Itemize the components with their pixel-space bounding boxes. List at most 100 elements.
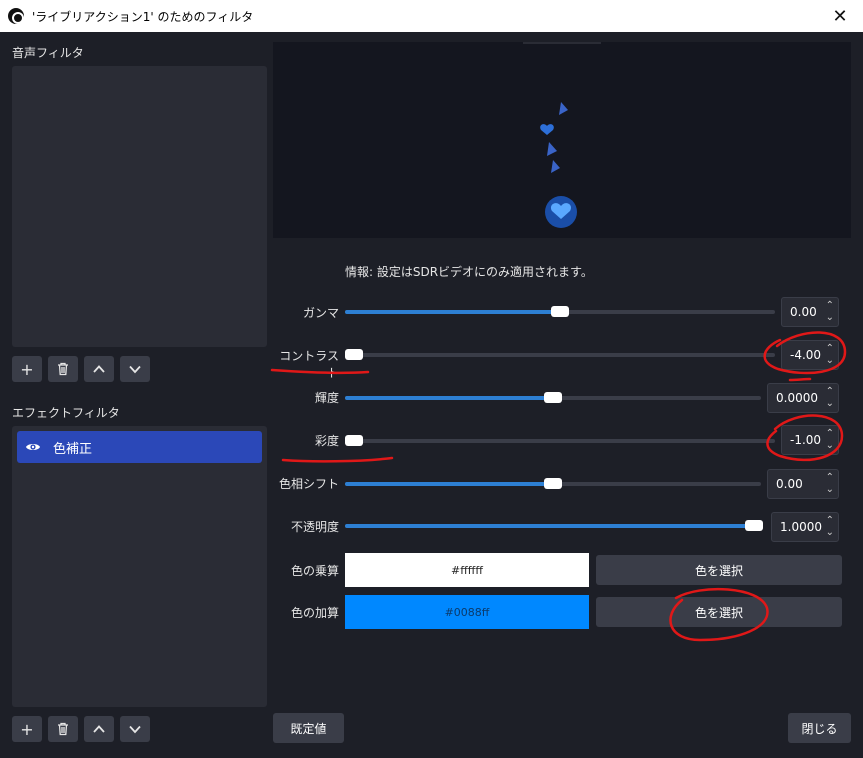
opacity-spinbox[interactable]: 1.0000 ⌃ ⌄ (771, 512, 839, 542)
party-popper-icon (551, 160, 560, 173)
info-text: 情報: 設定はSDRビデオにのみ適用されます。 (345, 265, 593, 279)
chevron-down-icon[interactable]: ⌄ (826, 484, 834, 496)
chevron-down-icon (129, 365, 141, 374)
preview-divider (523, 42, 601, 44)
spin-arrows[interactable]: ⌃ ⌄ (826, 472, 834, 496)
title-bar: 'ライブリアクション1' のためのフィルタ ✕ (0, 0, 863, 32)
defaults-button[interactable]: 既定値 (273, 713, 344, 743)
color-multiply-swatch: #ffffff (345, 553, 589, 587)
eye-icon[interactable] (25, 439, 41, 455)
chevron-down-icon (129, 725, 141, 734)
slider-fill (345, 396, 553, 400)
chevron-up-icon[interactable]: ⌃ (826, 472, 834, 484)
trash-icon (58, 362, 68, 376)
spin-arrows[interactable]: ⌃ ⌄ (826, 343, 834, 367)
hue-shift-spinbox[interactable]: 0.00 ⌃ ⌄ (767, 469, 839, 499)
contrast-label: コントラスト (279, 349, 339, 380)
chevron-down-icon[interactable]: ⌄ (826, 527, 834, 539)
slider-thumb[interactable] (544, 478, 562, 489)
slider-fill (345, 524, 754, 528)
underline-annotation (281, 456, 394, 463)
brightness-value: 0.0000 (776, 391, 818, 405)
spin-arrows[interactable]: ⌃ ⌄ (826, 428, 834, 452)
remove-effect-filter-button[interactable] (48, 716, 78, 742)
trash-icon (58, 722, 68, 736)
opacity-slider[interactable] (345, 520, 763, 531)
color-multiply-value: #ffffff (451, 563, 483, 577)
plus-icon: + (20, 359, 34, 379)
saturation-value: -1.00 (790, 433, 822, 447)
gamma-label: ガンマ (302, 306, 339, 320)
spin-arrows[interactable]: ⌃ ⌄ (826, 515, 834, 539)
plus-icon: + (20, 719, 34, 739)
chevron-down-icon[interactable]: ⌄ (826, 312, 834, 324)
effect-filters-toolbar: + (12, 716, 150, 742)
filter-item-color-correction[interactable]: 色補正 (17, 431, 262, 463)
party-popper-icon (559, 102, 568, 115)
color-multiply-label: 色の乗算 (290, 564, 339, 578)
opacity-value: 1.0000 (780, 520, 822, 534)
spin-arrows[interactable]: ⌃ ⌄ (826, 386, 834, 410)
hue-shift-label: 色相シフト (278, 477, 339, 491)
slider-thumb[interactable] (544, 392, 562, 403)
effect-filters-list[interactable]: 色補正 (12, 426, 267, 707)
move-audio-filter-up-button[interactable] (84, 356, 114, 382)
audio-filters-list[interactable] (12, 66, 267, 347)
move-effect-filter-up-button[interactable] (84, 716, 114, 742)
close-button[interactable]: 閉じる (788, 713, 851, 743)
window-title: 'ライブリアクション1' のためのフィルタ (32, 9, 254, 24)
chevron-up-icon[interactable]: ⌃ (826, 386, 834, 398)
saturation-spinbox[interactable]: -1.00 ⌃ ⌄ (781, 425, 839, 455)
chevron-up-icon[interactable]: ⌃ (826, 428, 834, 440)
chevron-up-icon[interactable]: ⌃ (826, 343, 834, 355)
chevron-up-icon[interactable]: ⌃ (826, 300, 834, 312)
effect-filters-label: エフェクトフィルタ (12, 406, 120, 420)
close-icon: ✕ (832, 5, 848, 27)
gamma-value: 0.00 (790, 305, 817, 319)
color-add-label: 色の加算 (290, 606, 339, 620)
underline-annotation (788, 377, 812, 382)
close-window-button[interactable]: ✕ (817, 0, 863, 32)
brightness-slider[interactable] (345, 392, 761, 403)
saturation-label: 彩度 (314, 434, 339, 448)
chevron-down-icon[interactable]: ⌄ (826, 440, 834, 452)
remove-audio-filter-button[interactable] (48, 356, 78, 382)
spin-arrows[interactable]: ⌃ ⌄ (826, 300, 834, 324)
small-heart-icon (540, 124, 554, 135)
color-add-value: #0088ff (444, 605, 490, 619)
contrast-slider[interactable] (345, 349, 775, 360)
chevron-up-icon (93, 365, 105, 373)
opacity-label: 不透明度 (290, 520, 339, 534)
party-popper-icon (547, 142, 557, 156)
move-effect-filter-down-button[interactable] (120, 716, 150, 742)
add-effect-filter-button[interactable]: + (12, 716, 42, 742)
chevron-down-icon[interactable]: ⌄ (826, 398, 834, 410)
hue-shift-slider[interactable] (345, 478, 761, 489)
audio-filters-label: 音声フィルタ (12, 46, 84, 60)
hue-shift-value: 0.00 (776, 477, 803, 491)
contrast-spinbox[interactable]: -4.00 ⌃ ⌄ (781, 340, 839, 370)
gamma-spinbox[interactable]: 0.00 ⌃ ⌄ (781, 297, 839, 327)
color-add-swatch: #0088ff (345, 595, 589, 629)
add-audio-filter-button[interactable]: + (12, 356, 42, 382)
gamma-slider[interactable] (345, 306, 775, 317)
slider-thumb[interactable] (745, 520, 763, 531)
color-add-select-button[interactable]: 色を選択 (596, 597, 842, 627)
chevron-down-icon[interactable]: ⌄ (826, 355, 834, 367)
slider-fill (345, 482, 553, 486)
brightness-spinbox[interactable]: 0.0000 ⌃ ⌄ (767, 383, 839, 413)
slider-thumb[interactable] (551, 306, 569, 317)
saturation-slider[interactable] (345, 435, 775, 446)
brightness-label: 輝度 (314, 391, 339, 405)
contrast-value: -4.00 (790, 348, 822, 362)
slider-thumb[interactable] (345, 349, 363, 360)
color-multiply-select-button[interactable]: 色を選択 (596, 555, 842, 585)
slider-thumb[interactable] (345, 435, 363, 446)
obs-logo-icon (8, 8, 24, 24)
chevron-up-icon[interactable]: ⌃ (826, 515, 834, 527)
move-audio-filter-down-button[interactable] (120, 356, 150, 382)
preview-graphic (540, 102, 577, 228)
chevron-up-icon (93, 725, 105, 733)
audio-filters-toolbar: + (12, 356, 150, 382)
slider-fill (345, 310, 560, 314)
